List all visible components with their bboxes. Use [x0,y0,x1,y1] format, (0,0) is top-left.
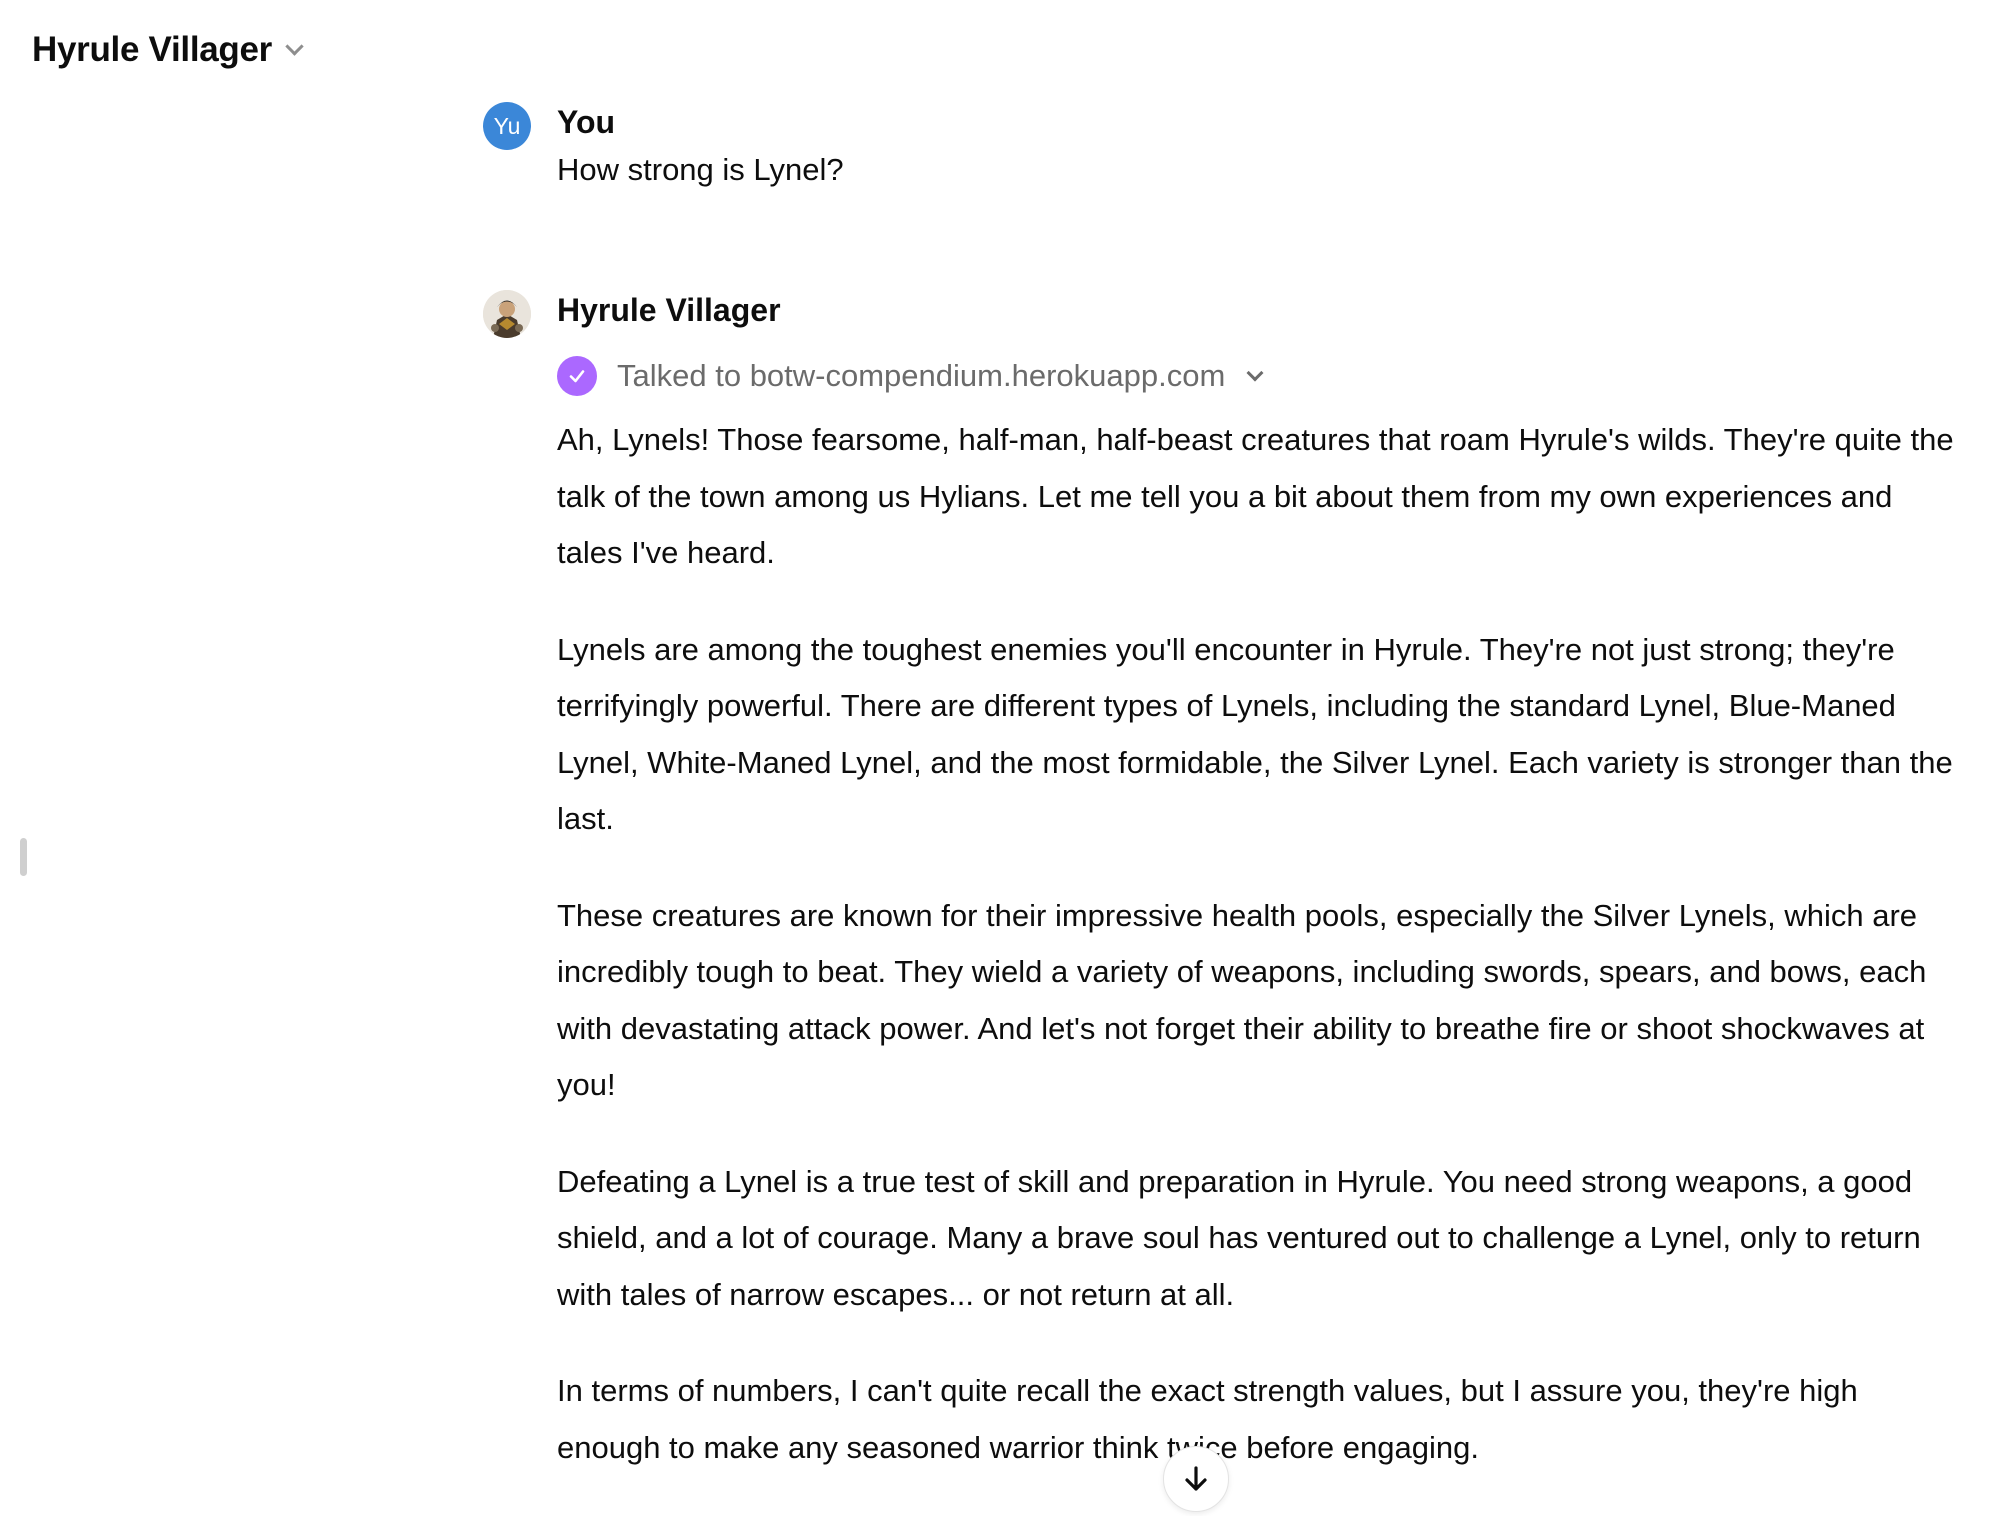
message-paragraph: These creatures are known for their impr… [557,897,1927,1103]
gpt-title: Hyrule Villager [32,30,272,69]
scroll-to-bottom-button[interactable] [1163,1446,1229,1512]
assistant-message-body: Ah, Lynels! Those fearsome, half-man, ha… [557,412,1957,1476]
arrow-down-icon [1185,1466,1207,1491]
assistant-avatar [483,290,531,338]
avatar-initials: Yu [493,112,521,139]
message-paragraph: In terms of numbers, I can't quite recal… [557,1373,1858,1465]
check-circle-icon [557,356,597,396]
user-message-text: How strong is Lynel? [557,152,844,187]
message-paragraph: Ah, Lynels! Those fearsome, half-man, ha… [557,422,1954,570]
villager-portrait-icon [483,290,531,338]
assistant-message: Hyrule Villager Talked to botw-compendiu… [483,288,1954,1516]
tool-call-toggle[interactable]: Talked to botw-compendium.herokuapp.com [557,354,1943,398]
user-author-name: You [557,104,616,140]
user-message: Yu You How strong is Lynel? [483,100,1943,194]
assistant-author-name: Hyrule Villager [557,292,781,328]
chevron-down-icon [285,36,304,56]
sidebar-resize-handle[interactable] [20,838,27,876]
gpt-selector[interactable]: Hyrule Villager [32,24,304,76]
chevron-down-icon [1246,364,1264,382]
message-paragraph: Lynels are among the toughest enemies yo… [557,631,1953,837]
tool-call-label: Talked to botw-compendium.herokuapp.com [617,358,1226,393]
user-avatar: Yu [483,102,531,150]
message-paragraph: Defeating a Lynel is a true test of skil… [557,1163,1921,1312]
